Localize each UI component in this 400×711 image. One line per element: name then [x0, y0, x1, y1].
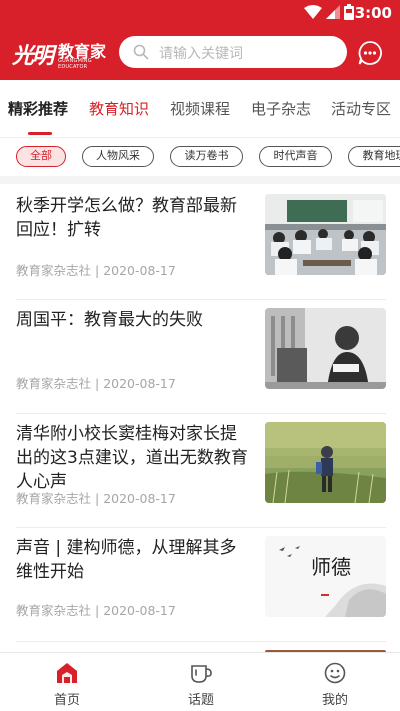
article-item[interactable]: 秋季开学怎么做？教育部最新回应！扩转 教育家杂志社 | 2020-08-17: [0, 186, 400, 300]
article-title: 周国平：教育最大的失败: [16, 310, 203, 330]
article-date: 2020-08-17: [103, 376, 176, 391]
article-source: 教育家杂志社: [16, 376, 92, 391]
article-meta: 教育家杂志社 | 2020-08-17: [16, 263, 176, 278]
cup-icon: [191, 665, 212, 683]
thumbnail-caption: 师德: [311, 555, 351, 579]
article-thumbnail: [265, 308, 386, 389]
bottom-navigation: 首页 话题 我的: [0, 652, 400, 711]
article-source: 教育家杂志社: [16, 603, 92, 618]
chip-people[interactable]: 人物风采: [82, 146, 154, 167]
article-title: 秋季开学怎么做？教育部最新回应！扩转: [16, 196, 237, 240]
chip-voices[interactable]: 时代声音: [259, 146, 332, 167]
chip-geography[interactable]: 教育地理: [348, 146, 400, 167]
channel-tabs: 精彩推荐 教育知识 视频课程 电子杂志 活动专区: [0, 80, 400, 138]
home-icon: [57, 663, 77, 683]
wifi-icon: [304, 5, 322, 19]
article-date: 2020-08-17: [103, 491, 176, 506]
article-item-partial[interactable]: [0, 642, 400, 652]
article-date: 2020-08-17: [103, 263, 176, 278]
article-item[interactable]: 清华附小校长窦桂梅对家长提出的这3点建议，道出无数教育人心声 教育家杂志社 | …: [0, 414, 400, 528]
article-source: 教育家杂志社: [16, 491, 92, 506]
article-source: 教育家杂志社: [16, 263, 92, 278]
nav-home-label: 首页: [53, 693, 80, 708]
category-chips: 全部 人物风采 读万卷书 时代声音 教育地理: [0, 138, 400, 176]
article-item[interactable]: 声音 | 建构师德，从理解其多维性开始 教育家杂志社 | 2020-08-17 …: [0, 528, 400, 642]
nav-topics[interactable]: 话题: [151, 653, 251, 711]
chip-all[interactable]: 全部: [16, 146, 66, 167]
chip-reading[interactable]: 读万卷书: [170, 146, 243, 167]
tab-video-courses[interactable]: 视频课程: [170, 98, 230, 119]
article-title: 声音 | 建构师德，从理解其多维性开始: [16, 538, 237, 582]
status-time: 3:00: [354, 4, 392, 22]
nav-home[interactable]: 首页: [17, 653, 117, 711]
section-divider: [0, 176, 400, 184]
article-meta: 教育家杂志社 | 2020-08-17: [16, 491, 176, 506]
tab-e-magazine[interactable]: 电子杂志: [251, 98, 311, 119]
tab-education-knowledge[interactable]: 教育知识: [89, 98, 149, 119]
search-input[interactable]: 请输入关键词: [119, 36, 347, 68]
article-title: 清华附小校长窦桂梅对家长提出的这3点建议，道出无数教育人心声: [16, 424, 248, 492]
article-meta: 教育家杂志社 | 2020-08-17: [16, 603, 176, 618]
battery-icon: [344, 4, 354, 20]
nav-topics-label: 话题: [187, 693, 214, 708]
search-placeholder: 请输入关键词: [159, 46, 243, 62]
logo-subtitle: GUANGMING EDUCATOR: [58, 58, 92, 70]
app-header: 3:00 光明 教育家 GUANGMING EDUCATOR 请输入关键词: [0, 0, 400, 80]
article-thumbnail: 师德: [265, 536, 386, 617]
status-bar: 3:00: [0, 0, 400, 26]
nav-profile-label: 我的: [321, 693, 348, 708]
active-tab-indicator: [28, 132, 52, 135]
signal-icon: [326, 5, 340, 19]
logo-mark: 光明: [12, 43, 54, 69]
article-thumbnail: [265, 422, 386, 503]
article-thumbnail: [265, 194, 386, 275]
search-icon: [133, 44, 149, 60]
tab-featured[interactable]: 精彩推荐: [8, 98, 68, 119]
article-date: 2020-08-17: [103, 603, 176, 618]
profile-icon: [324, 662, 346, 684]
article-meta: 教育家杂志社 | 2020-08-17: [16, 376, 176, 391]
article-item[interactable]: 周国平：教育最大的失败 教育家杂志社 | 2020-08-17: [0, 300, 400, 414]
tab-events[interactable]: 活动专区: [331, 98, 391, 119]
app-logo: 光明 教育家 GUANGMING EDUCATOR: [12, 36, 112, 70]
nav-profile[interactable]: 我的: [285, 653, 385, 711]
message-icon[interactable]: [357, 40, 383, 66]
